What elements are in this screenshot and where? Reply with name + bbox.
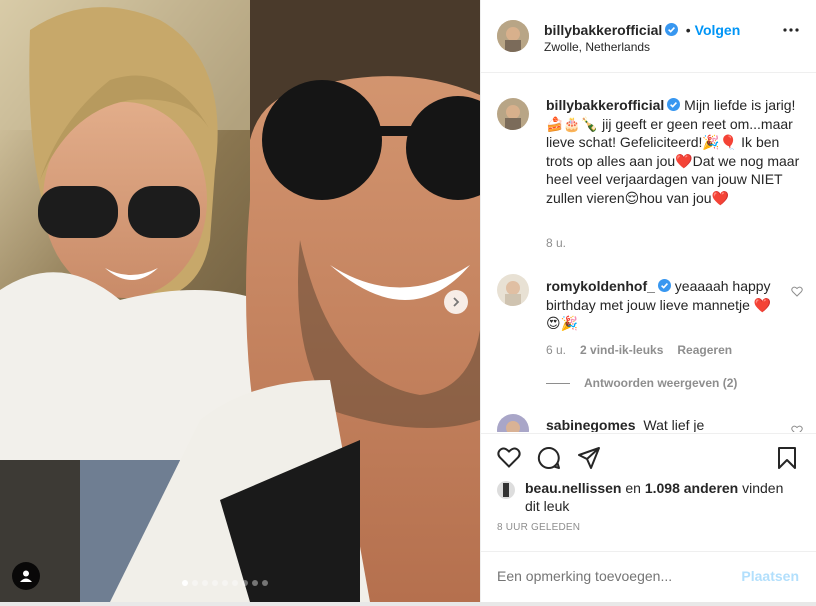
selfie-image: [0, 0, 480, 602]
chevron-right-icon: [453, 297, 460, 307]
carousel-dot: [212, 580, 218, 586]
likes-others-link[interactable]: 1.098 anderen: [645, 480, 738, 496]
share-icon[interactable]: [577, 446, 601, 470]
comment-input[interactable]: [497, 568, 727, 584]
caption-username[interactable]: billybakkerofficial: [546, 97, 664, 113]
bookmark-icon[interactable]: [777, 446, 797, 470]
comments-list[interactable]: billybakkerofficial Mijn liefde is jarig…: [481, 74, 816, 432]
carousel-dot: [232, 580, 238, 586]
comment-icon[interactable]: [537, 446, 561, 470]
post-modal: billybakkerofficial • Volgen Zwolle, Neth…: [0, 0, 816, 602]
comment: sabinegomes Wat lief je: [546, 416, 776, 432]
liker-username[interactable]: beau.nellissen: [525, 480, 621, 496]
avatar-image: [497, 414, 529, 432]
more-horizontal-icon[interactable]: [783, 28, 799, 32]
carousel-dot: [242, 580, 248, 586]
post-details-panel: billybakkerofficial • Volgen Zwolle, Neth…: [480, 0, 816, 602]
comment-username[interactable]: romykoldenhof_: [546, 278, 655, 294]
separator-dot: •: [685, 22, 691, 38]
comment-time: 6 u.: [546, 343, 567, 357]
follow-button[interactable]: Volgen: [695, 22, 741, 38]
likes-conjunction: en: [625, 480, 641, 496]
caption-time: 8 u.: [546, 236, 567, 250]
replies-divider: [546, 382, 570, 384]
liker-avatar[interactable]: [497, 481, 515, 499]
like-comment-heart-icon[interactable]: [791, 425, 803, 432]
comment: romykoldenhof_ yeaaaah happy birthday me…: [546, 277, 776, 333]
carousel-dot: [252, 580, 258, 586]
post-photo[interactable]: [0, 0, 480, 602]
view-replies-label: Antwoorden weergeven (2): [584, 376, 738, 390]
post-comment-button[interactable]: Plaatsen: [741, 568, 799, 584]
add-comment-bar: Plaatsen: [481, 551, 816, 602]
commenter-avatar[interactable]: [497, 274, 529, 306]
verified-badge-icon: [657, 279, 671, 292]
carousel-dot: [182, 580, 188, 586]
carousel-dot: [202, 580, 208, 586]
page-background-strip: [0, 602, 816, 606]
caption-text: Mijn liefde is jarig!🍰🎂🍾 jij geeft er ge…: [546, 97, 800, 206]
carousel-dot: [262, 580, 268, 586]
comment-likes[interactable]: 2 vind-ik-leuks: [580, 343, 663, 357]
avatar-image: [497, 274, 529, 306]
like-comment-heart-icon[interactable]: [791, 286, 803, 297]
avatar-image: [497, 20, 529, 52]
avatar-image: [497, 98, 529, 130]
reply-button[interactable]: Reageren: [677, 343, 732, 357]
carousel-indicator: [182, 580, 268, 586]
post-header: billybakkerofficial • Volgen Zwolle, Neth…: [481, 0, 816, 73]
post-caption: billybakkerofficial Mijn liefde is jarig…: [546, 96, 801, 207]
post-actions: [481, 433, 816, 483]
verified-badge-icon: [665, 23, 679, 36]
post-timestamp: 8 UUR GELEDEN: [497, 522, 581, 533]
comment-username[interactable]: sabinegomes: [546, 417, 635, 432]
author-line: billybakkerofficial • Volgen: [544, 22, 740, 40]
verified-badge-icon: [667, 98, 681, 111]
carousel-dot: [192, 580, 198, 586]
view-replies-button[interactable]: Antwoorden weergeven (2): [546, 376, 737, 390]
avatar-image: [497, 481, 515, 499]
carousel-dot: [222, 580, 228, 586]
tagged-users-button[interactable]: [12, 562, 40, 590]
post-location[interactable]: Zwolle, Netherlands: [544, 40, 650, 54]
next-slide-button[interactable]: [444, 290, 468, 314]
author-username[interactable]: billybakkerofficial: [544, 22, 662, 38]
likes-summary: beau.nellissen en 1.098 anderen vinden d…: [525, 479, 795, 515]
comment-text: Wat lief je: [643, 417, 705, 432]
author-avatar[interactable]: [497, 20, 529, 52]
heart-icon[interactable]: [497, 446, 521, 468]
comment-meta: 6 u. 2 vind-ik-leuks Reageren: [546, 343, 732, 357]
caption-avatar[interactable]: [497, 98, 529, 130]
commenter-avatar[interactable]: [497, 414, 529, 432]
user-icon: [20, 570, 32, 582]
